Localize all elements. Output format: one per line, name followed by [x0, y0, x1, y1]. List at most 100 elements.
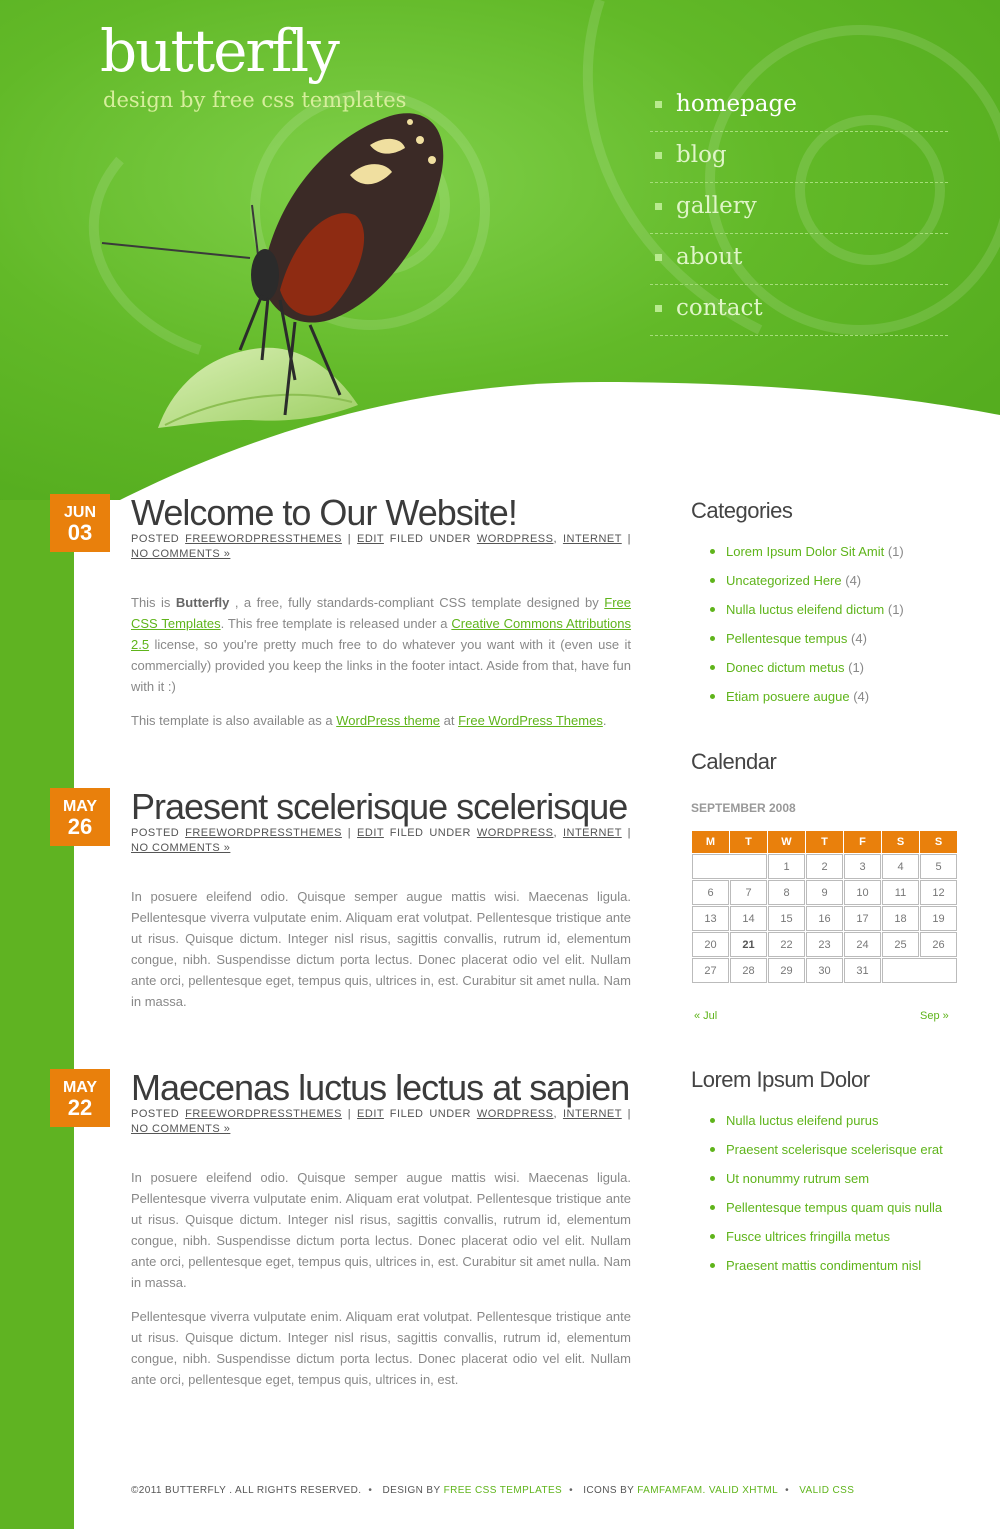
category-link[interactable]: Lorem Ipsum Dolor Sit Amit: [726, 544, 884, 559]
wordpress-theme-link[interactable]: WordPress theme: [336, 713, 440, 728]
edit-link[interactable]: EDIT: [357, 1108, 384, 1120]
post-date-day: 03: [67, 520, 93, 545]
calendar-day-cell: 2: [806, 854, 843, 879]
post-title[interactable]: Maecenas luctus lectus at sapien: [131, 1069, 630, 1107]
comments-link[interactable]: NO COMMENTS »: [131, 1123, 230, 1135]
text: This template is also available as a: [131, 713, 337, 728]
square-bullet-icon: [655, 101, 662, 108]
text: .: [602, 713, 607, 728]
free-css-templates-footer-link[interactable]: FREE CSS TEMPLATES: [444, 1485, 563, 1496]
calendar-weekday-header: W: [768, 831, 805, 853]
category-link[interactable]: Donec dictum metus: [726, 660, 845, 675]
sidebar-link[interactable]: Fusce ultrices fringilla metus: [726, 1229, 890, 1244]
calendar-weekday-header: T: [730, 831, 767, 853]
calendar-day-cell: 13: [692, 906, 729, 931]
post-paragraph: In posuere eleifend odio. Quisque semper…: [131, 889, 631, 1009]
comments-link[interactable]: NO COMMENTS »: [131, 548, 230, 560]
main-menu: homepage blog gallery about contact: [650, 81, 948, 336]
posted-label: POSTED: [131, 533, 180, 545]
bullet-icon: [710, 607, 715, 612]
menu-link-contact[interactable]: contact: [676, 295, 763, 321]
comments-link[interactable]: NO COMMENTS »: [131, 842, 230, 854]
list-item: Praesent mattis condimentum nisl: [710, 1258, 943, 1287]
separator: •: [785, 1485, 789, 1496]
calendar-empty-cell: [692, 854, 767, 879]
filed-under-label: FILED UNDER: [389, 1108, 471, 1120]
bullet-icon: [710, 1205, 715, 1210]
menu-link-homepage[interactable]: homepage: [676, 91, 797, 117]
post-title[interactable]: Praesent scelerisque scelerisque: [131, 788, 628, 826]
post-date-badge: MAY 22: [50, 1069, 110, 1127]
calendar-prev-link[interactable]: « Jul: [694, 1010, 717, 1022]
valid-css-link[interactable]: VALID CSS: [799, 1485, 854, 1496]
calendar-day-cell: 28: [730, 958, 767, 983]
category-link[interactable]: INTERNET: [563, 827, 622, 839]
calendar-day-cell: 11: [882, 880, 919, 905]
calendar-heading: Calendar: [691, 749, 777, 774]
calendar-empty-cell: [882, 958, 957, 983]
free-wordpress-themes-link[interactable]: Free WordPress Themes: [458, 713, 603, 728]
menu-link-gallery[interactable]: gallery: [676, 193, 757, 219]
category-link[interactable]: Pellentesque tempus: [726, 631, 847, 646]
footer: ©2011 BUTTERFLY . ALL RIGHTS RESERVED. • …: [131, 1485, 931, 1496]
author-link[interactable]: FREEWORDPRESSTHEMES: [185, 827, 342, 839]
post-date-month: MAY: [62, 798, 98, 815]
calendar-day-cell: 24: [844, 932, 881, 957]
lorem-list: Nulla luctus eleifend purus Praesent sce…: [710, 1113, 943, 1287]
list-item: Nulla luctus eleifend dictum (1): [710, 602, 904, 631]
sidebar-link[interactable]: Praesent scelerisque scelerisque erat: [726, 1142, 943, 1157]
calendar-day-cell: 16: [806, 906, 843, 931]
design-by-label: DESIGN BY: [382, 1485, 441, 1496]
sidebar-link[interactable]: Ut nonummy rutrum sem: [726, 1171, 869, 1186]
post-entry: This is Butterfly , a free, fully standa…: [131, 592, 631, 744]
copyright-text: ©2011 BUTTERFLY . ALL RIGHTS RESERVED.: [131, 1485, 362, 1496]
list-item: Nulla luctus eleifend purus: [710, 1113, 943, 1142]
menu-item-about: about: [650, 234, 948, 285]
category-link[interactable]: Uncategorized Here: [726, 573, 842, 588]
famfamfam-link[interactable]: FAMFAMFAM.: [637, 1485, 705, 1496]
calendar-day-cell: 21: [730, 932, 767, 957]
bullet-icon: [710, 1176, 715, 1181]
category-link[interactable]: INTERNET: [563, 533, 622, 545]
calendar-next-link[interactable]: Sep »: [920, 1010, 949, 1022]
category-link[interactable]: WORDPRESS: [477, 533, 554, 545]
bullet-icon: [710, 1147, 715, 1152]
post-date-badge: JUN 03: [50, 494, 110, 552]
author-link[interactable]: FREEWORDPRESSTHEMES: [185, 533, 342, 545]
calendar-body: 1 2 3 4 5 6 7 8 9 10 11 12 13 14 15 16 17 18 19 20 21 22 23 24 2…: [692, 854, 957, 983]
edit-link[interactable]: EDIT: [357, 533, 384, 545]
bullet-icon: [710, 636, 715, 641]
sidebar-link[interactable]: Nulla luctus eleifend purus: [726, 1113, 878, 1128]
menu-link-about[interactable]: about: [676, 244, 742, 270]
category-count: (4): [845, 573, 862, 588]
category-count: (4): [851, 631, 867, 646]
edit-link[interactable]: EDIT: [357, 827, 384, 839]
category-link[interactable]: Nulla luctus eleifend dictum: [726, 602, 884, 617]
post-paragraph: This is Butterfly , a free, fully standa…: [131, 592, 631, 697]
calendar-weekday-header: T: [806, 831, 843, 853]
sidebar-link[interactable]: Pellentesque tempus quam quis nulla: [726, 1200, 942, 1215]
post-paragraph: Pellentesque viverra vulputate enim. Ali…: [131, 1309, 631, 1387]
category-count: (1): [848, 660, 865, 675]
calendar-day-cell: 27: [692, 958, 729, 983]
menu-link-blog[interactable]: blog: [676, 142, 727, 168]
left-green-bar: [0, 400, 74, 1529]
menu-item-gallery: gallery: [650, 183, 948, 234]
category-link[interactable]: WORDPRESS: [477, 827, 554, 839]
sidebar-link[interactable]: Praesent mattis condimentum nisl: [726, 1258, 921, 1273]
author-link[interactable]: FREEWORDPRESSTHEMES: [185, 1108, 342, 1120]
post-date-month: JUN: [63, 504, 96, 521]
site-title[interactable]: butterfly: [100, 22, 340, 80]
category-link[interactable]: WORDPRESS: [477, 1108, 554, 1120]
bullet-icon: [710, 1263, 715, 1268]
calendar-table: MTWTFSS 1 2 3 4 5 6 7 8 9 10 11 12 13 14 15 16 17 18 19 20 2…: [691, 830, 958, 984]
valid-xhtml-link[interactable]: VALID XHTML: [709, 1485, 778, 1496]
category-link[interactable]: INTERNET: [563, 1108, 622, 1120]
post-title[interactable]: Welcome to Our Website!: [131, 494, 518, 532]
category-link[interactable]: Etiam posuere augue: [726, 689, 850, 704]
category-count: (1): [887, 602, 904, 617]
calendar-day-cell: 19: [920, 906, 957, 931]
calendar-day-cell: 23: [806, 932, 843, 957]
text: license, so you're pretty much free to d…: [131, 637, 631, 694]
filed-under-label: FILED UNDER: [389, 533, 471, 545]
